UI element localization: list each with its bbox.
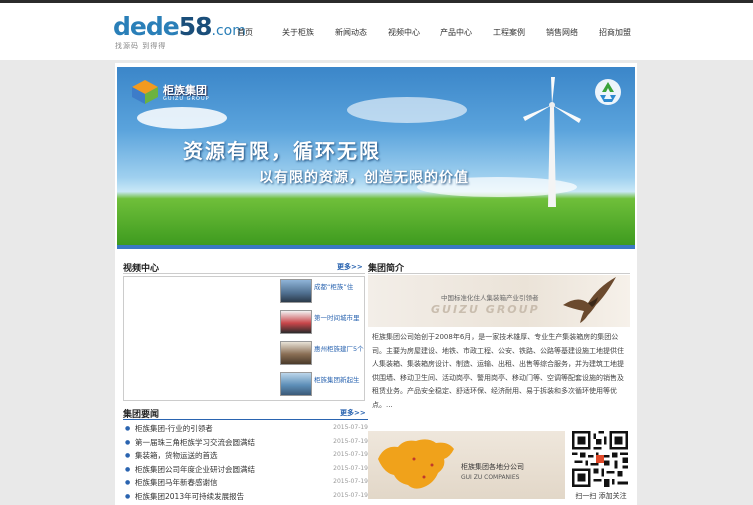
map-title: 柜族集团各地分公司: [461, 463, 524, 471]
qr-code-icon: [570, 431, 630, 487]
group-logo-icon: [132, 80, 158, 104]
news-row[interactable]: ● 柜族集团2013年可持续发展报告 2015-07-19: [123, 491, 368, 503]
news-row[interactable]: ● 集装箱，货物运送的首选 2015-07-19: [123, 450, 368, 462]
news-date: 2015-07-19: [333, 464, 368, 472]
news-title[interactable]: 第一届珠三角柜族学习交流会圆满结: [135, 437, 255, 448]
cloud-shape: [347, 97, 467, 123]
nav-sales[interactable]: 销售网络: [546, 27, 578, 38]
divider: [123, 273, 365, 274]
qr-caption: 扫一扫 添加关注: [575, 492, 627, 500]
banner-subline: 以有限的资源，创造无限的价值: [259, 170, 469, 186]
news-row[interactable]: ● 柜族集团马年新春感谢信 2015-07-19: [123, 477, 368, 489]
banner-logo-sub: GUIZU GROUP: [163, 96, 210, 102]
nav-video[interactable]: 视频中心: [388, 27, 420, 38]
intro-banner-image: 中国标准化住人集装箱产业引领者 GUIZU GROUP: [368, 275, 630, 327]
video-item-label[interactable]: 第一时间城市里: [314, 312, 366, 322]
nav-home[interactable]: 首页: [237, 27, 253, 38]
banner-pager: 1234: [553, 234, 613, 242]
video-item[interactable]: 惠州柜族建厂5个: [280, 340, 366, 366]
video-thumbnail: [280, 310, 312, 334]
nav-products[interactable]: 产品中心: [440, 27, 472, 38]
video-item[interactable]: 柜族集团新起生: [280, 371, 366, 397]
video-thumbnail: [280, 372, 312, 396]
site-header: dede58.com 找源码 到得得 首页 关于柜族 新闻动态 视频中心 产品中…: [0, 3, 753, 60]
bullet-icon: ●: [125, 465, 131, 473]
map-subtitle: GUI ZU COMPANIES: [461, 474, 520, 481]
news-row[interactable]: ● 柜族集团公司年度企业研讨会圆满结 2015-07-19: [123, 464, 368, 476]
news-date: 2015-07-19: [333, 491, 368, 499]
video-item[interactable]: 成都“柜族”住: [280, 278, 366, 304]
news-date: 2015-07-19: [333, 437, 368, 445]
wind-turbine-icon: [523, 77, 581, 207]
banner-headline: 资源有限，循环无限: [183, 139, 381, 163]
news-row[interactable]: ● 柜族集团-行业的引领者 2015-07-19: [123, 423, 368, 435]
news-title[interactable]: 柜族集团公司年度企业研讨会圆满结: [135, 464, 255, 475]
video-thumbnail: [280, 341, 312, 365]
eagle-icon: [563, 277, 616, 323]
news-title[interactable]: 集装箱，货物运送的首选: [135, 450, 218, 461]
video-item-label[interactable]: 柜族集团新起生: [314, 374, 366, 384]
news-title[interactable]: 柜族集团2013年可持续发展报告: [135, 491, 244, 502]
china-map-icon: [378, 439, 454, 489]
news-date: 2015-07-19: [333, 424, 368, 431]
bullet-icon: ●: [125, 425, 131, 432]
video-item-label[interactable]: 惠州柜族建厂5个: [314, 343, 366, 353]
news-title[interactable]: 柜族集团马年新春感谢信: [135, 477, 218, 488]
main-nav: 首页 关于柜族 新闻动态 视频中心 产品中心 工程案例 销售网络 招商加盟: [0, 27, 753, 41]
bullet-icon: ●: [125, 492, 131, 500]
intro-image-brand: GUIZU GROUP: [431, 303, 540, 316]
nav-news[interactable]: 新闻动态: [335, 27, 367, 38]
divider: [368, 273, 630, 274]
branch-map-panel[interactable]: 柜族集团各地分公司 GUI ZU COMPANIES: [368, 431, 565, 499]
bullet-icon: ●: [125, 479, 131, 486]
news-date: 2015-07-19: [333, 478, 368, 485]
video-item-label[interactable]: 成都“柜族”住: [314, 281, 366, 291]
video-player[interactable]: 成都“柜族”住 第一时间城市里 惠州柜族建厂5个 柜族集团新起生: [123, 276, 365, 401]
bullet-icon: ●: [125, 438, 131, 446]
hero-banner[interactable]: 柜族集团 GUIZU GROUP 资源有限，循环无限 以有限的资源，创造无限的价…: [117, 67, 635, 245]
news-title[interactable]: 柜族集团-行业的引领者: [135, 423, 213, 434]
video-item[interactable]: 第一时间城市里: [280, 309, 366, 335]
news-row[interactable]: ● 第一届珠三角柜族学习交流会圆满结 2015-07-19: [123, 437, 368, 449]
logo-tagline: 找源码 到得得: [115, 42, 167, 50]
main-content: 柜族集团 GUIZU GROUP 资源有限，循环无限 以有限的资源，创造无限的价…: [115, 63, 637, 505]
banner-divider: [117, 245, 635, 249]
news-date: 2015-07-19: [333, 451, 368, 458]
nav-about[interactable]: 关于柜族: [282, 27, 314, 38]
video-thumbnail: [280, 279, 312, 303]
bullet-icon: ●: [125, 452, 131, 459]
intro-image-caption: 中国标准化住人集装箱产业引领者: [441, 294, 539, 302]
recycle-icon: [595, 79, 621, 105]
cloud-shape: [137, 107, 227, 129]
nav-join[interactable]: 招商加盟: [599, 27, 631, 38]
video-more-link[interactable]: 更多>>: [337, 262, 363, 272]
nav-cases[interactable]: 工程案例: [493, 27, 525, 38]
intro-text: 柜族集团公司始创于2008年6月，是一家技术雄厚、专业生产集装箱房的集团公司。主…: [372, 333, 624, 409]
divider: [123, 419, 368, 420]
news-more-link[interactable]: 更多>>: [340, 408, 366, 418]
